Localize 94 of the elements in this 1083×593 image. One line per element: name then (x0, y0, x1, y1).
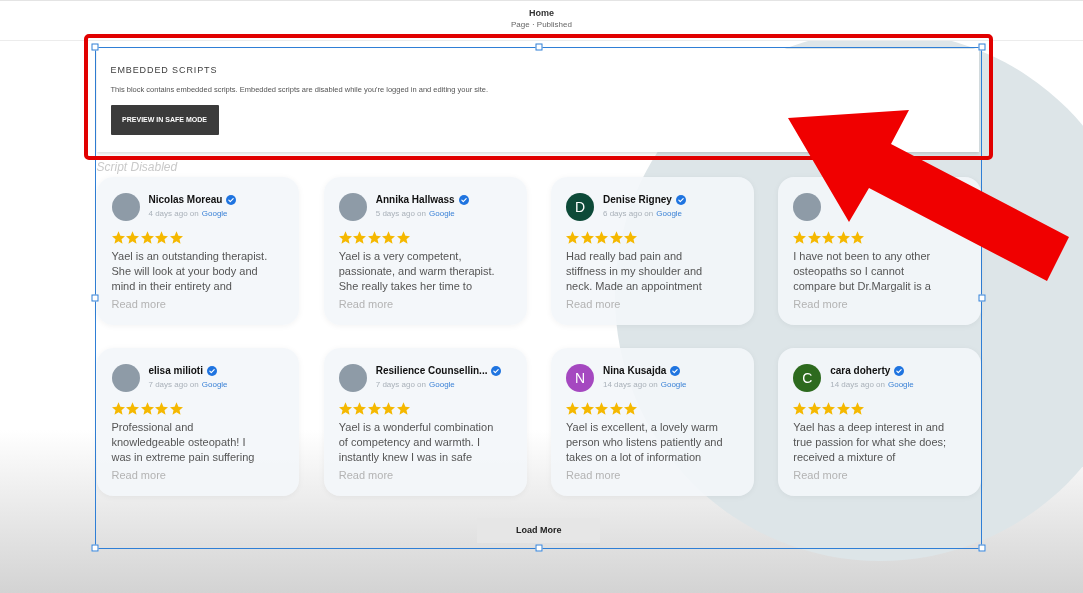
reviewer-name: cara doherty (830, 364, 891, 378)
avatar-initial: N (566, 363, 594, 392)
avatar-initial: D (566, 192, 594, 221)
review-text: Yael is an outstanding therapist. She will look at your body and mind in their entirety and (111, 248, 269, 294)
star-icon (624, 230, 637, 244)
star-icon (111, 401, 125, 415)
review-text: Yael is excellent, a lovely warm person who listens patiently and takes on a lot of information (566, 419, 724, 465)
notice-title: EMBEDDED SCRIPTS (110, 63, 218, 76)
page-title: Home (529, 8, 554, 19)
star-icon (609, 230, 623, 244)
review-time: 14 days ago on (830, 379, 885, 391)
source-link[interactable]: Google (429, 208, 455, 220)
reviewer-name: Nina Kusajda (603, 364, 667, 378)
star-icon (396, 230, 410, 244)
read-more-link[interactable]: Read more (793, 467, 848, 483)
star-icon (353, 230, 367, 244)
resize-handle[interactable] (91, 294, 99, 302)
star-icon (155, 401, 168, 415)
star-icon (851, 401, 865, 415)
star-icon (367, 230, 381, 244)
avatar-photo (338, 363, 367, 392)
review-text: Had really bad pain and stiffness in my shoulder and neck. Made an appointment (566, 248, 704, 294)
resize-handle[interactable] (535, 544, 542, 552)
avatar-initial: C (793, 363, 822, 392)
star-icon (382, 230, 396, 244)
star-icon (793, 401, 807, 415)
source-link[interactable]: Google (201, 208, 228, 220)
star-icon (624, 401, 637, 415)
star-icon (126, 230, 139, 244)
source-link[interactable]: Google (429, 379, 455, 391)
resize-handle[interactable] (91, 544, 99, 552)
resize-handle[interactable] (978, 43, 986, 51)
star-icon (836, 230, 850, 244)
read-more-link[interactable]: Read more (338, 296, 394, 312)
reviewer-name: Annika Hallwass (375, 193, 455, 207)
resize-handle[interactable] (978, 294, 986, 302)
reviewer-name: elisa milioti (148, 364, 203, 378)
reviewer-name: Resilience Counsellin... (375, 364, 488, 378)
star-icon (155, 230, 168, 244)
star-icon (126, 401, 139, 415)
read-more-link[interactable]: Read more (111, 467, 166, 483)
star-icon (367, 401, 381, 415)
review-text: Yael is a very competent, passionate, and warm therapist. She really takes her time to (338, 248, 496, 294)
review-text: Professional and knowledgeable osteopath! I was in extreme pain suffering (111, 419, 256, 465)
avatar-photo (111, 192, 140, 221)
star-icon (382, 401, 396, 415)
star-icon (836, 401, 850, 415)
read-more-link[interactable]: Read more (338, 467, 394, 483)
star-icon (807, 401, 821, 415)
star-icon (595, 401, 608, 415)
star-icon (396, 401, 410, 415)
star-icon (169, 230, 183, 244)
star-icon (851, 230, 865, 244)
star-icon (822, 230, 836, 244)
avatar-photo (338, 192, 367, 221)
star-icon (140, 401, 154, 415)
review-time: 7 days ago on (375, 379, 426, 391)
source-link[interactable]: Google (656, 208, 683, 220)
source-link[interactable]: Google (660, 379, 687, 391)
star-icon (793, 230, 807, 244)
read-more-link[interactable]: Read more (566, 296, 621, 312)
page-status: Page · Published (511, 19, 572, 30)
star-icon (111, 230, 125, 244)
star-icon (807, 230, 821, 244)
content-block[interactable] (95, 47, 982, 549)
resize-handle[interactable] (978, 544, 986, 552)
star-icon (595, 230, 608, 244)
read-more-link[interactable]: Read more (566, 467, 621, 483)
source-link[interactable]: Google (201, 379, 228, 391)
resize-handle[interactable] (535, 43, 542, 51)
star-icon (609, 401, 623, 415)
star-icon (580, 230, 594, 244)
star-icon (822, 401, 836, 415)
review-time: 4 days ago on (148, 208, 199, 220)
avatar-photo (793, 192, 822, 221)
review-time: 5 days ago on (375, 208, 426, 220)
review-text: Yael is a wonderful combination of competency and warmth. I instantly knew I was in safe (338, 419, 495, 465)
reviewer-name: Nicolas Moreau (148, 193, 223, 207)
read-more-link[interactable]: Read more (793, 296, 848, 312)
star-icon (140, 230, 154, 244)
star-icon (566, 230, 579, 244)
review-text: I have not been to any other osteopaths so I cannot compare but Dr.Margalit is a (793, 248, 932, 294)
source-link[interactable]: Google (887, 379, 914, 391)
star-icon (338, 230, 352, 244)
resize-handle[interactable] (91, 43, 99, 51)
read-more-link[interactable]: Read more (111, 296, 166, 312)
avatar-photo (111, 363, 140, 392)
reviewer-name: Denise Rigney (603, 193, 672, 207)
star-icon (169, 401, 183, 415)
star-icon (353, 401, 367, 415)
review-text: Yael has a deep interest in and true passion for what she does; received a mixture of (793, 419, 948, 465)
star-icon (338, 401, 352, 415)
star-icon (580, 401, 594, 415)
star-icon (566, 401, 579, 415)
